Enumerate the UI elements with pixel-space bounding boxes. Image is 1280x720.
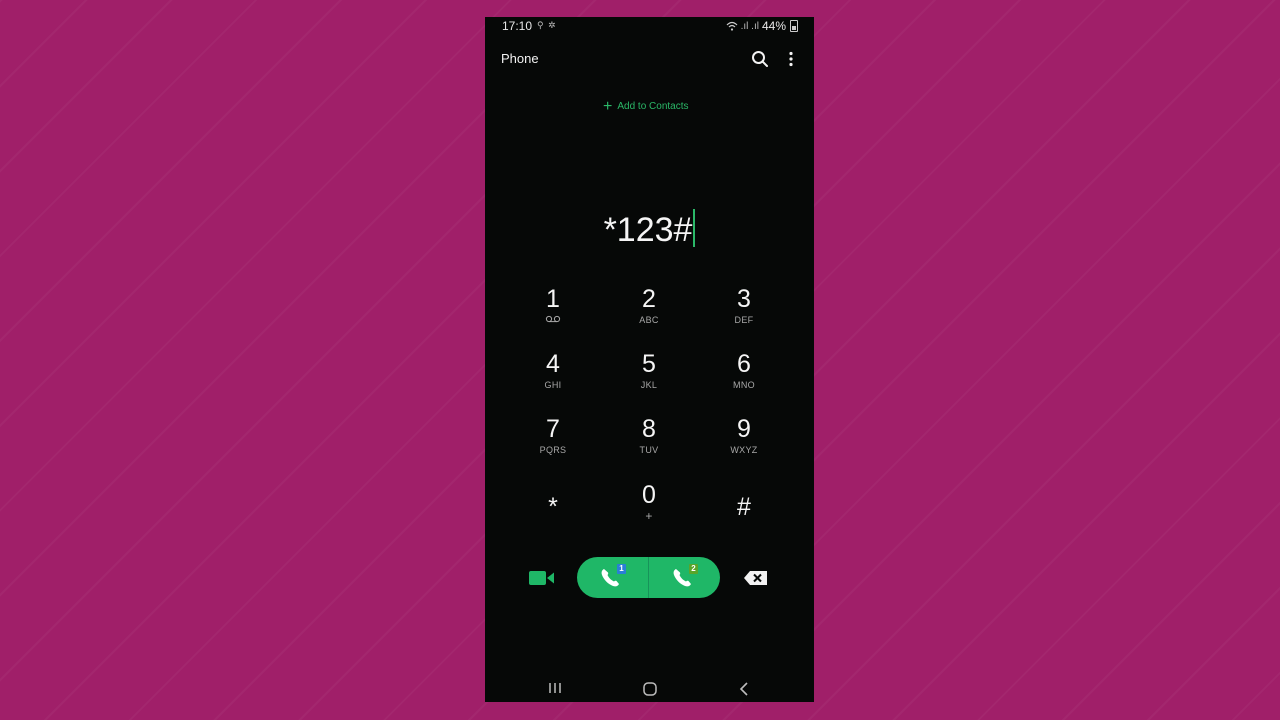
key-0[interactable]: 0 + xyxy=(609,479,689,535)
key-digit: 4 xyxy=(546,350,560,378)
recent-apps-icon xyxy=(549,683,561,693)
key-digit: * xyxy=(548,493,558,521)
home-icon xyxy=(643,682,657,696)
key-2[interactable]: 2 ABC xyxy=(609,283,689,339)
key-letters: GHI xyxy=(544,380,562,390)
key-letters: JKL xyxy=(640,380,658,390)
voicemail-icon xyxy=(513,314,593,326)
back-button[interactable] xyxy=(737,681,751,697)
key-letters: + xyxy=(645,509,653,523)
key-letters: DEF xyxy=(734,315,754,325)
phone-icon xyxy=(601,569,619,587)
text-cursor xyxy=(693,209,696,247)
key-digit: 8 xyxy=(642,415,656,443)
phone-screen: 17:10 ⚲ ✲ .ıl .ıl 44% Phone + Add to Con… xyxy=(485,17,814,702)
call-sim2-button[interactable]: 2 xyxy=(649,557,720,598)
dialed-number-field[interactable]: *123# xyxy=(485,209,814,250)
home-button[interactable] xyxy=(642,681,658,697)
page-title: Phone xyxy=(501,51,539,66)
key-letters: WXYZ xyxy=(730,445,758,455)
key-6[interactable]: 6 MNO xyxy=(704,348,784,404)
key-digit: 5 xyxy=(642,350,656,378)
key-digit: 1 xyxy=(546,285,560,313)
more-options-button[interactable] xyxy=(780,48,802,70)
video-call-icon xyxy=(529,571,554,585)
call-buttons: 1 2 xyxy=(577,557,720,598)
call-sim1-button[interactable]: 1 xyxy=(577,557,648,598)
key-star[interactable]: * xyxy=(513,491,593,547)
key-1[interactable]: 1 xyxy=(513,283,593,339)
battery-icon xyxy=(790,20,798,32)
key-9[interactable]: 9 WXYZ xyxy=(704,413,784,469)
key-digit: 3 xyxy=(737,285,751,313)
key-5[interactable]: 5 JKL xyxy=(609,348,689,404)
key-7[interactable]: 7 PQRS xyxy=(513,413,593,469)
dialed-number: *123# xyxy=(603,211,693,249)
wifi-icon xyxy=(726,21,738,31)
battery-percent: 44% xyxy=(761,19,786,33)
plus-icon: + xyxy=(603,97,613,115)
add-to-contacts-button[interactable]: + Add to Contacts xyxy=(603,97,689,115)
sim1-badge: 1 xyxy=(617,564,626,574)
key-4[interactable]: 4 GHI xyxy=(513,348,593,404)
search-button[interactable] xyxy=(749,48,771,70)
recent-apps-button[interactable] xyxy=(547,681,563,695)
key-letters: ABC xyxy=(639,315,659,325)
backspace-button[interactable] xyxy=(741,567,771,589)
phone-icon xyxy=(673,569,691,587)
key-digit: 2 xyxy=(642,285,656,313)
add-to-contacts-label: Add to Contacts xyxy=(617,101,689,112)
key-letters: MNO xyxy=(733,380,755,390)
key-digit: 9 xyxy=(737,415,751,443)
key-digit: 7 xyxy=(546,415,560,443)
key-digit: 6 xyxy=(737,350,751,378)
key-digit: 0 xyxy=(642,481,656,509)
status-right: .ıl .ıl 44% xyxy=(726,19,798,33)
video-call-button[interactable] xyxy=(526,565,558,591)
key-hash[interactable]: # xyxy=(704,491,784,547)
notification-icons: ⚲ ✲ xyxy=(537,20,557,30)
key-digit: # xyxy=(737,493,751,521)
backspace-icon xyxy=(744,571,767,585)
more-vert-icon xyxy=(789,51,793,67)
sim2-badge: 2 xyxy=(689,564,698,574)
key-8[interactable]: 8 TUV xyxy=(609,413,689,469)
search-icon xyxy=(752,51,768,67)
key-3[interactable]: 3 DEF xyxy=(704,283,784,339)
status-bar: 17:10 ⚲ ✲ .ıl .ıl 44% xyxy=(485,17,814,35)
navigation-bar xyxy=(485,677,814,701)
back-icon xyxy=(739,682,748,696)
signal-icon: .ıl .ıl xyxy=(740,20,759,32)
key-letters: TUV xyxy=(639,445,659,455)
status-time: 17:10 xyxy=(502,19,533,33)
key-letters: PQRS xyxy=(539,445,567,455)
